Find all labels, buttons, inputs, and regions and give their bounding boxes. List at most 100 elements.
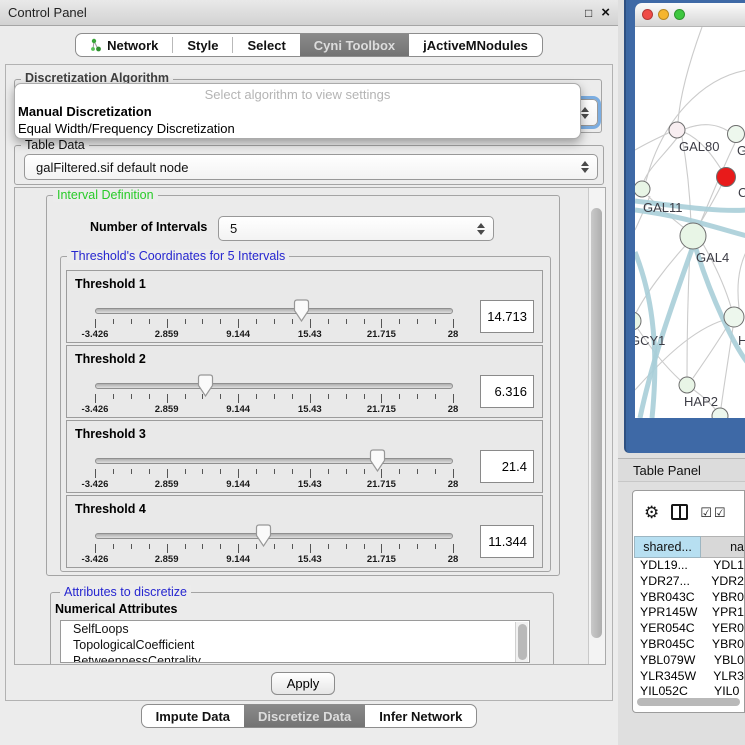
dropdown-option-equal-width[interactable]: Equal Width/Frequency Discretization [15, 120, 580, 137]
threshold-panel-4: Threshold 4 -3.4262.8599.14415.4321.71528… [66, 495, 543, 568]
table-data-select[interactable]: galFiltered.sif default node [24, 154, 598, 180]
network-node-GAL11[interactable] [635, 181, 650, 197]
number-of-intervals-label: Number of Intervals [90, 220, 207, 234]
algorithm-dropdown-popup: Select algorithm to view settings Manual… [14, 83, 581, 139]
network-node-HAP2[interactable] [679, 377, 695, 393]
mac-minimize-icon[interactable] [658, 9, 669, 20]
panel-title: Control Panel [8, 5, 576, 20]
threshold-slider-track[interactable] [95, 533, 453, 539]
table-row[interactable]: YDL19...YDL1 [634, 558, 744, 574]
table-panel-title: Table Panel [633, 463, 701, 478]
group-title-table-data: Table Data [21, 138, 89, 152]
threshold-label: Threshold 4 [75, 502, 146, 516]
slider-tick-labels: -3.4262.8599.14415.4321.71528 [95, 479, 453, 490]
network-node-H[interactable] [724, 307, 744, 327]
tab-infer-network[interactable]: Infer Network [365, 705, 476, 727]
interval-definition-group: Interval Definition Number of Intervals … [46, 195, 560, 576]
attributes-list-scrollbar[interactable] [515, 622, 528, 663]
network-node-label: HAP2 [684, 394, 718, 409]
table-row[interactable]: YBL079WYBL0 [634, 653, 744, 669]
column-header-name[interactable]: na [701, 536, 744, 558]
network-edge[interactable] [678, 27, 702, 122]
slider-tick-labels: -3.4262.8599.14415.4321.71528 [95, 404, 453, 415]
threshold-value-field[interactable]: 11.344 [480, 525, 534, 558]
close-window-icon[interactable]: × [601, 5, 610, 20]
right-region: GAL80GACGAL11GAL4GCY1HHAP2 Table Panel ⚙… [618, 0, 745, 745]
settings-gear-icon[interactable]: ⚙ [644, 504, 659, 521]
tab-discretize-data[interactable]: Discretize Data [244, 705, 365, 727]
network-node-GAL80[interactable] [669, 122, 685, 138]
tab-cyni-toolbox[interactable]: Cyni Toolbox [300, 34, 409, 56]
table-row[interactable]: YBR045CYBR0 [634, 637, 744, 653]
tab-select[interactable]: Select [233, 34, 299, 56]
attribute-list-item[interactable]: SelfLoops [61, 621, 529, 637]
number-of-intervals-select[interactable]: 5 [218, 216, 494, 241]
threshold-slider-track[interactable] [95, 308, 453, 314]
network-node-C[interactable] [717, 168, 736, 187]
table-toolbar: ⚙ ☑ ☑ [633, 491, 744, 533]
network-edge[interactable] [635, 132, 670, 150]
threshold-value-field[interactable]: 14.713 [480, 300, 534, 333]
combo-arrows-icon [580, 161, 589, 173]
table-row[interactable]: YLR345WYLR3 [634, 669, 744, 685]
column-header-shared-name[interactable]: shared... [634, 536, 701, 558]
tab-style[interactable]: Style [173, 34, 232, 56]
threshold-slider-thumb[interactable] [197, 374, 214, 397]
tab-network[interactable]: Network [76, 34, 172, 56]
threshold-label: Threshold 1 [75, 277, 146, 291]
slider-tick-labels: -3.4262.8599.14415.4321.71528 [95, 554, 453, 565]
table-row[interactable]: YPR145WYPR1 [634, 605, 744, 621]
table-horizontal-scrollbar[interactable] [635, 697, 742, 707]
select-checked-icon[interactable]: ☑ [700, 506, 712, 519]
network-node-label: H [738, 333, 745, 348]
network-view-window[interactable]: GAL80GACGAL11GAL4GCY1HHAP2 [624, 0, 745, 453]
dropdown-hint: Select algorithm to view settings [15, 86, 580, 103]
settings-panel-scrollbar[interactable] [588, 188, 605, 664]
threshold-slider-thumb[interactable] [255, 524, 272, 547]
network-edge[interactable] [693, 325, 728, 378]
network-edge[interactable] [685, 125, 728, 131]
network-window-titlebar[interactable] [635, 3, 745, 27]
attribute-list-item[interactable]: BetweennessCentrality [61, 653, 529, 663]
tab-impute-data[interactable]: Impute Data [142, 705, 244, 727]
network-graph: GAL80GACGAL11GAL4GCY1HHAP2 [635, 27, 745, 418]
network-node-label: GAL80 [679, 139, 719, 154]
threshold-slider-thumb[interactable] [293, 299, 310, 322]
network-node-label: GAL11 [643, 200, 683, 215]
attribute-list-item[interactable]: TopologicalCoefficient [61, 637, 529, 653]
network-node-label: GAL4 [696, 250, 729, 265]
numerical-attributes-list[interactable]: SelfLoopsTopologicalCoefficientBetweenne… [60, 620, 530, 663]
threshold-slider-track[interactable] [95, 383, 453, 389]
tab-jactivemnodules[interactable]: jActiveMNodules [409, 34, 542, 56]
slider-tick-marks [95, 394, 453, 403]
network-edge[interactable] [644, 138, 677, 181]
network-node-GA[interactable] [728, 126, 745, 143]
combo-arrows-icon [580, 107, 589, 119]
float-window-icon[interactable]: □ [585, 7, 592, 19]
table-row[interactable]: YER054CYER0 [634, 621, 744, 637]
threshold-value-field[interactable]: 6.316 [480, 375, 534, 408]
table-row[interactable]: YDR27...YDR2 [634, 574, 744, 590]
threshold-slider-track[interactable] [95, 458, 453, 464]
table-body: YDL19...YDL1YDR27...YDR2YBR043CYBR0YPR14… [634, 558, 744, 695]
split-columns-icon[interactable] [671, 504, 688, 520]
select-checked-icon-2[interactable]: ☑ [714, 506, 726, 519]
mac-close-icon[interactable] [642, 9, 653, 20]
network-canvas[interactable]: GAL80GACGAL11GAL4GCY1HHAP2 [635, 27, 745, 418]
mac-zoom-icon[interactable] [674, 9, 685, 20]
network-node-GAL4[interactable] [680, 223, 706, 249]
threshold-label: Threshold 3 [75, 427, 146, 441]
threshold-panel-2: Threshold 2-3.4262.8599.14415.4321.71528… [66, 345, 543, 418]
network-node-GCY1[interactable] [635, 312, 641, 330]
network-node-unnamed[interactable] [712, 408, 728, 418]
group-title-thresholds: Threshold's Coordinates for 5 Intervals [67, 249, 289, 263]
dropdown-option-manual[interactable]: Manual Discretization [15, 103, 580, 120]
table-row[interactable]: YIL052CYIL0 [634, 684, 744, 695]
threshold-value-field[interactable]: 21.4 [480, 450, 534, 483]
network-edge[interactable] [738, 250, 745, 308]
table-header-row: shared... na [634, 536, 744, 558]
apply-button[interactable]: Apply [271, 672, 335, 695]
table-panel-titlebar: Table Panel [618, 458, 745, 482]
threshold-slider-thumb[interactable] [369, 449, 386, 472]
table-row[interactable]: YBR043CYBR0 [634, 590, 744, 606]
